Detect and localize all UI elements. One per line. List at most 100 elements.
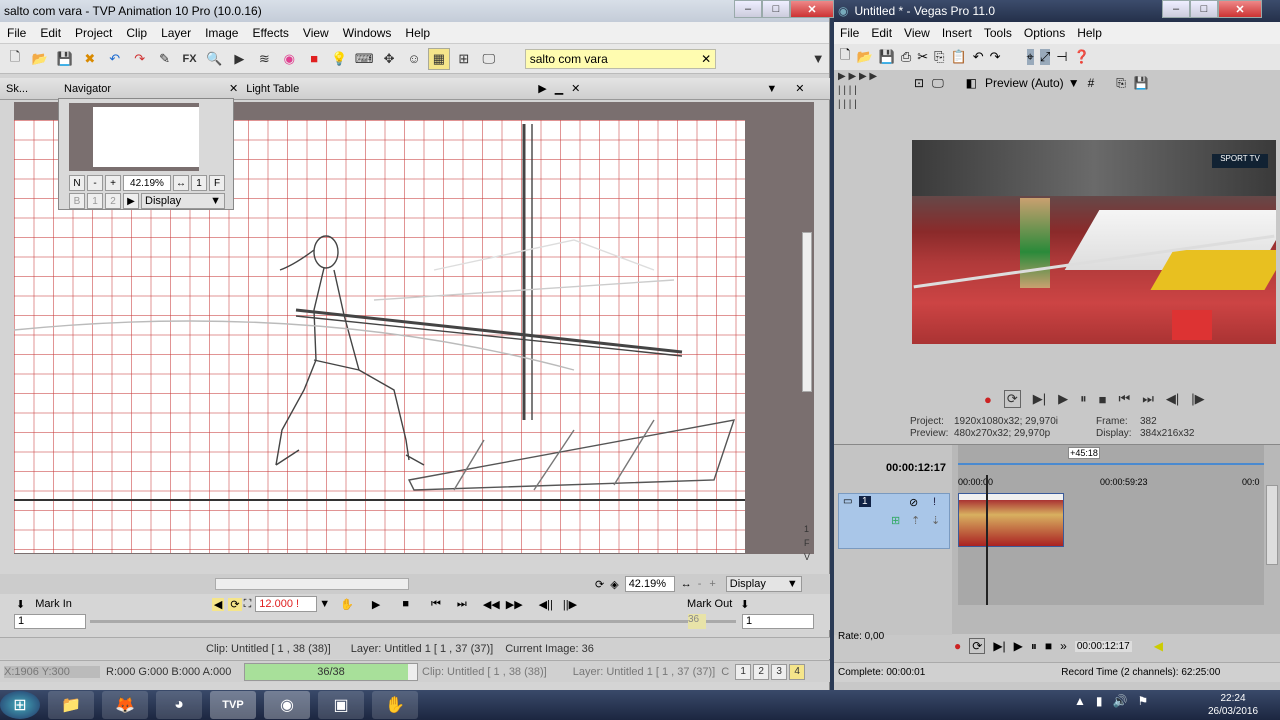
rewind-button[interactable]: ◀◀	[483, 598, 500, 611]
compositing-up-icon[interactable]: ⇡	[911, 514, 920, 527]
compositing-down-icon[interactable]: ⇣	[931, 514, 940, 527]
vegas-close-button[interactable]: ✕	[1218, 0, 1262, 18]
vegas-help-icon[interactable]: ❓	[1074, 49, 1090, 65]
layers-icon[interactable]: ≋	[253, 48, 275, 70]
tray-volume-icon[interactable]: 🔊	[1113, 694, 1128, 708]
start-frame-field[interactable]: 1	[14, 614, 86, 629]
vegas-maximize-button[interactable]: □	[1190, 0, 1218, 18]
brush-tool-icon[interactable]: ✎	[154, 48, 176, 70]
navigator-minus-button[interactable]: -	[87, 175, 103, 191]
frame-slider-track[interactable]	[90, 620, 736, 623]
vegas-menu-help[interactable]: Help	[1071, 26, 1108, 40]
paw-icon[interactable]: ✋	[372, 691, 418, 719]
vegas-go-start-button[interactable]: ⏮	[1119, 391, 1131, 407]
menu-project[interactable]: Project	[68, 26, 119, 40]
play-from-start-button[interactable]: ▶|	[1033, 391, 1046, 407]
vegas-menu-file[interactable]: File	[834, 26, 865, 40]
transform-icon[interactable]: ✥	[378, 48, 400, 70]
tl-play-start-button[interactable]: ▶|	[993, 639, 1005, 653]
fx-icon[interactable]: FX	[179, 48, 201, 70]
loop-button[interactable]: ⟳	[1003, 390, 1021, 408]
mark-out-arrow-icon[interactable]: ⬇	[740, 598, 749, 611]
chevron-down-icon[interactable]: ▼	[319, 598, 330, 610]
vegas-cut-icon[interactable]: ✂	[917, 49, 928, 65]
grid-icon[interactable]: ▦	[427, 47, 450, 70]
maximize-button[interactable]: □	[762, 0, 790, 18]
lightbulb-icon[interactable]: 💡	[328, 48, 350, 70]
vegas-menu-options[interactable]: Options	[1018, 26, 1071, 40]
close-tab-icon[interactable]: ✕	[701, 52, 715, 66]
tray-flag-icon[interactable]: ⚑	[1137, 694, 1148, 708]
navigator-f-button[interactable]: F	[209, 175, 225, 191]
canvas-display-select[interactable]: Display ▼	[725, 576, 802, 592]
navigator-plus-button[interactable]: +	[105, 175, 121, 191]
last-frame-button[interactable]: ⏭	[457, 598, 467, 611]
mask-icon[interactable]: ☺	[403, 48, 425, 70]
preview-properties-icon[interactable]: ⊡	[914, 76, 924, 90]
external-monitor-icon[interactable]: 🖵	[932, 76, 944, 91]
color-swatch-icon[interactable]: ■	[303, 48, 325, 70]
sound-icon[interactable]: ◀	[211, 597, 225, 611]
vegas-menu-insert[interactable]: Insert	[936, 26, 978, 40]
navigator-b-button[interactable]: B	[69, 193, 85, 209]
track-fx-icon[interactable]: ⊞	[891, 514, 900, 527]
tl-pause-button[interactable]: ⏸	[1031, 639, 1037, 654]
lighttable-close-icon[interactable]: ✕	[571, 82, 580, 95]
track-minimize-icon[interactable]: ▭	[843, 496, 852, 507]
end-frame-field[interactable]: 1	[742, 614, 814, 629]
page-4-button[interactable]: 4	[789, 663, 806, 680]
frame-icon[interactable]: ⛶	[244, 598, 252, 611]
vegas-taskbar-icon[interactable]: ◉	[264, 691, 310, 719]
vegas-snap-icon[interactable]: ⊣	[1056, 49, 1067, 65]
frame-grid-icon[interactable]: ⊞	[453, 48, 475, 70]
save-snapshot-icon[interactable]: 💾	[1134, 76, 1149, 90]
minimize-button[interactable]: –	[734, 0, 762, 18]
first-frame-button[interactable]: ⏮	[431, 598, 441, 611]
tab-dropdown-icon[interactable]: ▼	[807, 48, 829, 70]
prev-key-button[interactable]: ◀||	[539, 598, 553, 611]
zoom-minus-icon[interactable]: -	[698, 578, 702, 590]
mark-out-label[interactable]: Mark Out	[687, 598, 732, 610]
navigator-display-select[interactable]: Display ▼	[141, 193, 225, 209]
vegas-paste-icon[interactable]: 📋	[951, 49, 967, 65]
vegas-go-end-button[interactable]: ⏭	[1142, 391, 1154, 407]
chrome-icon[interactable]: ◕	[156, 691, 202, 719]
vegas-menu-view[interactable]: View	[898, 26, 936, 40]
menu-edit[interactable]: Edit	[33, 26, 68, 40]
video-clip-event[interactable]	[958, 493, 1064, 547]
tl-more-button[interactable]: »	[1060, 639, 1067, 653]
menu-layer[interactable]: Layer	[154, 26, 198, 40]
loop-icon[interactable]: ⟳	[228, 597, 242, 611]
vegas-minimize-button[interactable]: –	[1162, 0, 1190, 18]
vegas-envelope-tool-icon[interactable]: ⤢	[1039, 49, 1051, 65]
panel-close-icon[interactable]: ✕	[795, 82, 804, 95]
undo-icon[interactable]: ↶	[104, 48, 126, 70]
mark-in-arrow-icon[interactable]: ⬇	[16, 598, 25, 611]
start-orb-icon[interactable]: ⊞	[0, 691, 40, 719]
color-wheel-icon[interactable]: ◉	[278, 48, 300, 70]
navigator-one-button[interactable]: 1	[191, 175, 207, 191]
tl-time-field[interactable]: 00:00:12:17	[1074, 640, 1132, 652]
vegas-undo-icon[interactable]: ↶	[973, 49, 984, 65]
tray-network-icon[interactable]: ▮	[1096, 694, 1103, 708]
navigator-n-button[interactable]: N	[69, 175, 85, 191]
loop-region-bar[interactable]	[958, 463, 1264, 465]
explorer-icon[interactable]: 📁	[48, 691, 94, 719]
zoom-icon[interactable]: 🔍	[204, 48, 226, 70]
tray-arrow-icon[interactable]: ▲	[1074, 694, 1086, 708]
canvas-zoom-field[interactable]: 42.19%	[624, 576, 675, 592]
marker-icon[interactable]: ◀	[1154, 639, 1163, 653]
play-button[interactable]: ▶	[372, 598, 380, 611]
split-screen-icon[interactable]: ◧	[966, 76, 977, 90]
menu-view[interactable]: View	[296, 26, 336, 40]
vegas-menu-edit[interactable]: Edit	[865, 26, 898, 40]
vegas-new-icon[interactable]: 🗋	[840, 46, 850, 68]
zoom-plus-icon[interactable]: +	[709, 578, 715, 590]
solo-icon[interactable]: !	[933, 496, 936, 508]
vegas-save-icon[interactable]: 💾	[879, 49, 895, 65]
hand-icon[interactable]: ✋	[340, 598, 354, 611]
tl-loop-button[interactable]: ⟳	[969, 638, 986, 654]
menu-effects[interactable]: Effects	[245, 26, 295, 40]
clock[interactable]: 22:24 26/03/2016	[1200, 692, 1266, 718]
navigator-close-icon[interactable]: ✕	[229, 82, 238, 95]
